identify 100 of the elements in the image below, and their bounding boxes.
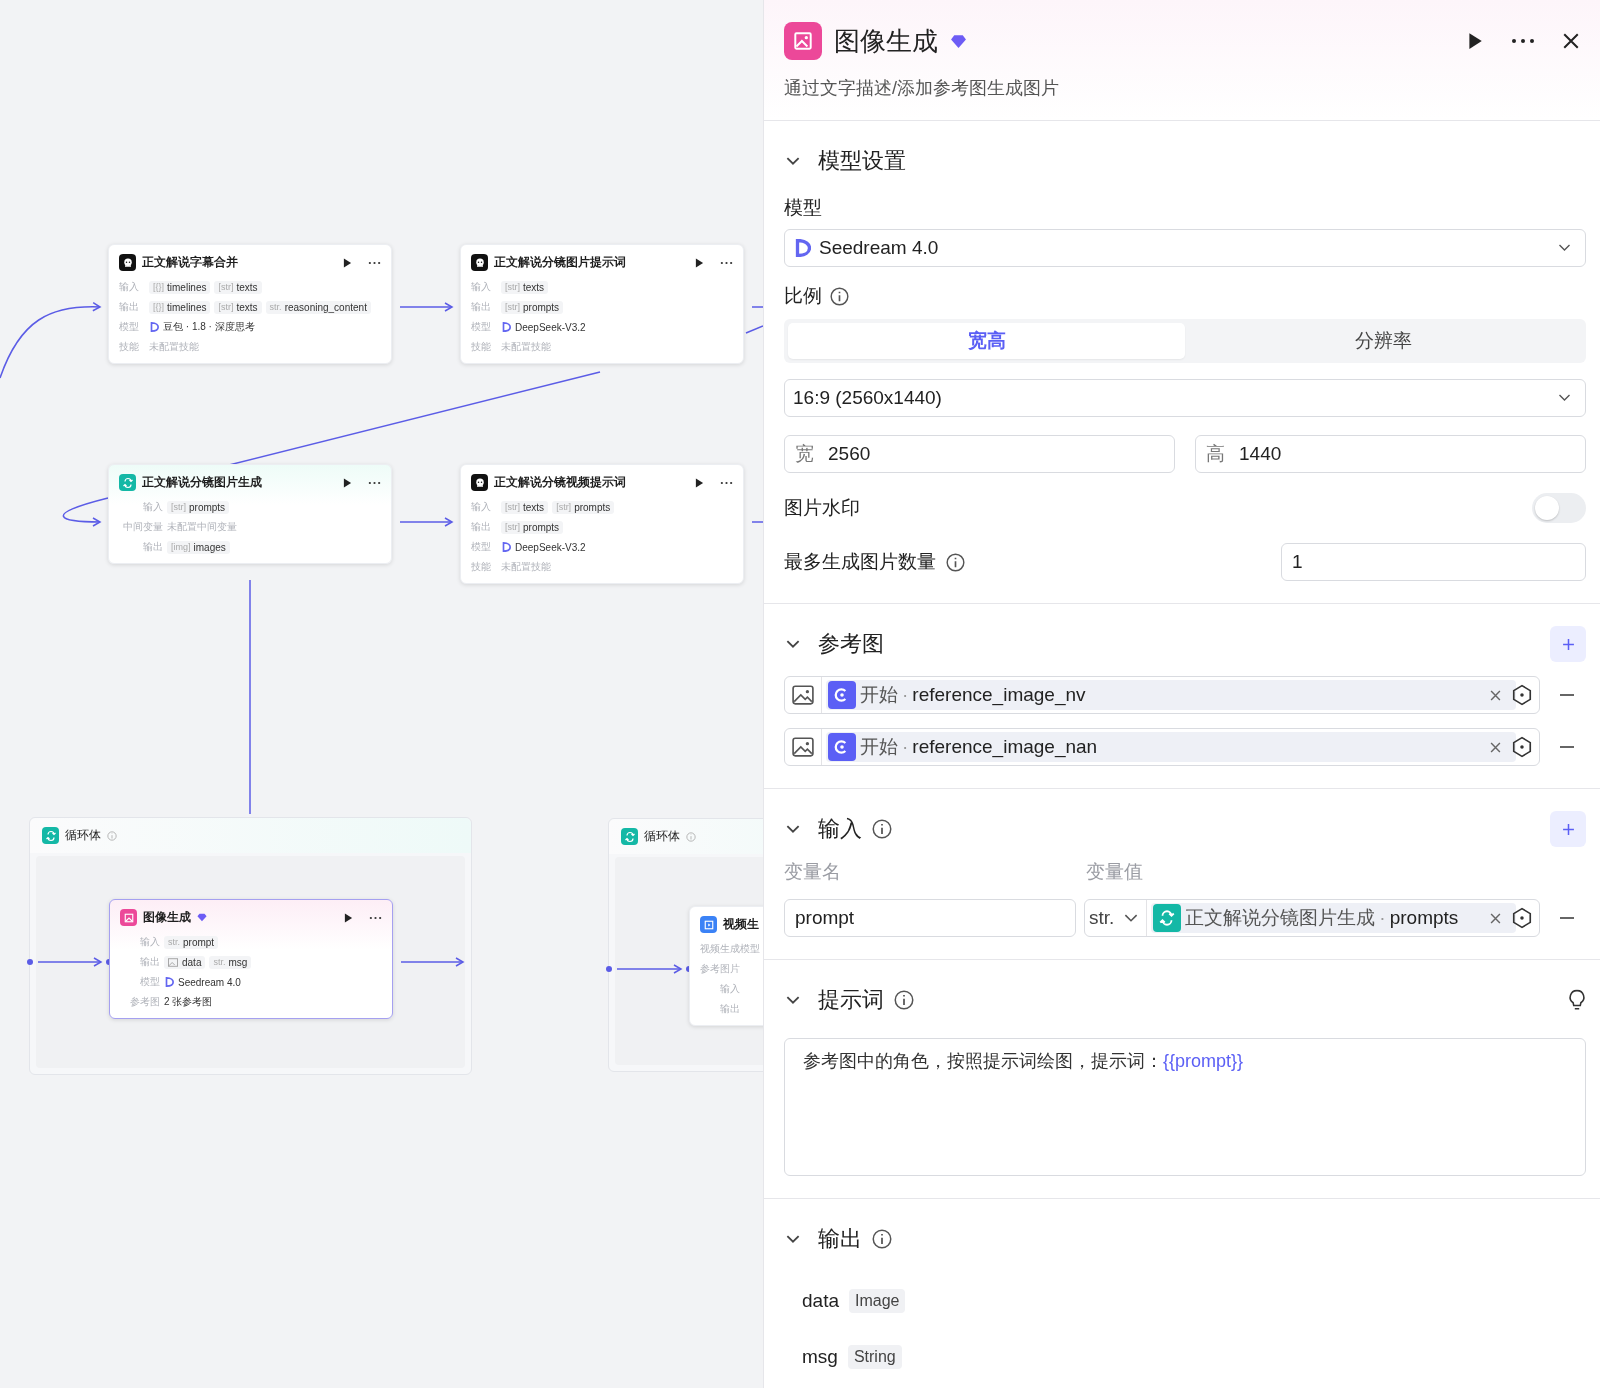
play-icon[interactable] [695, 477, 704, 488]
variable-picker-icon[interactable] [1511, 684, 1533, 706]
more-icon[interactable] [720, 480, 733, 485]
chevron-icon[interactable] [786, 156, 800, 166]
section-title: 参考图 [818, 630, 884, 658]
chevron-icon[interactable] [786, 1234, 800, 1244]
node-icon [119, 474, 136, 491]
ratio-tab[interactable]: 分辨率 [1185, 323, 1582, 359]
edge-line [399, 517, 453, 527]
play-icon[interactable] [343, 477, 352, 488]
clear-icon[interactable] [1490, 741, 1501, 753]
prompt-field[interactable]: 参考图中的角色，按照提示词绘图，提示词：{{prompt}} [784, 1038, 1586, 1176]
workflow-node[interactable]: 图像生成 输入 str. prompt 输出 data str. msg 模型 Seedream 4.0 参考图 2 张参考图 [109, 899, 393, 1019]
loop-container[interactable]: 循环体 视频生 视频生成模型 参考图片 输入 输出 [608, 818, 763, 1072]
clear-icon[interactable] [1490, 912, 1501, 924]
field-label: 输入 [139, 935, 160, 949]
model-name: 豆包 · 1.8 · 深度思考 [163, 320, 255, 334]
variable-tag: str. prompt [164, 935, 219, 949]
chevron-icon[interactable] [786, 995, 800, 1005]
play-icon[interactable] [695, 257, 704, 268]
variable-picker-icon[interactable] [1511, 907, 1533, 929]
variable-tag: [str] texts [501, 500, 549, 514]
empty-note: 未配置技能 [501, 340, 551, 354]
reference-field[interactable]: 开始 · reference_image_nan [784, 728, 1540, 766]
plus-icon [1561, 637, 1575, 651]
node-icon [119, 254, 136, 271]
model-select[interactable]: Seedream 4.0 [784, 229, 1586, 267]
watermark-toggle[interactable] [1532, 493, 1586, 523]
model-logo-icon [501, 322, 511, 332]
lightbulb-icon[interactable] [1568, 989, 1586, 1011]
loop-icon [42, 827, 59, 844]
workflow-node[interactable]: 正文解说分镜图片生成 输入 [str] prompts 中间变量 未配置中间变量 输出 [img] images [108, 464, 392, 564]
field-label: 模型 [119, 320, 140, 334]
clear-icon[interactable] [1490, 689, 1501, 701]
variable-tag: [str] texts [501, 280, 549, 294]
close-icon[interactable] [1562, 32, 1580, 50]
more-icon[interactable] [368, 260, 381, 265]
field-label: 比例 [784, 284, 822, 308]
loop-title: 循环体 [644, 828, 680, 845]
dropdown-icon [1558, 244, 1571, 252]
field-value: 2 张参考图 [164, 995, 213, 1009]
variable-name-field[interactable]: prompt [784, 899, 1076, 937]
panel-subtitle: 通过文字描述/添加参考图生成图片 [764, 60, 1600, 121]
node-icon [700, 916, 717, 933]
play-icon[interactable] [343, 257, 352, 268]
edge-line [399, 302, 453, 312]
model-logo-icon [793, 239, 811, 257]
variable-tag: [{}] timelines [149, 300, 211, 314]
count-field[interactable]: 1 [1281, 543, 1586, 581]
field-label: 模型 [471, 540, 492, 554]
loop-icon [621, 828, 638, 845]
variable-tag: [str] texts [214, 280, 262, 294]
node-title: 正文解说分镜视频提示词 [494, 474, 626, 491]
image-icon [168, 957, 178, 967]
workflow-node[interactable]: 正文解说分镜视频提示词 输入 [str] texts [str] prompts 输出 [str] prompts 模型 DeepSeek-V3.2 技能 未配置技能 [460, 464, 744, 584]
info-icon [686, 831, 696, 842]
connection-handle[interactable] [606, 966, 612, 972]
output-name: msg [802, 1346, 838, 1368]
connection-handle[interactable] [27, 959, 33, 965]
loop-icon [1153, 904, 1182, 932]
ratio-tab[interactable]: 宽高 [788, 323, 1185, 359]
height-field[interactable]: 高 1440 [1195, 435, 1586, 473]
node-title: 视频生 [723, 916, 759, 933]
info-icon [830, 286, 849, 306]
loop-container[interactable]: 循环体 图像生成 输入 str. prompt 输出 data str. msg 模型 Seedream 4.0 参考图 2 张参考图 [29, 817, 472, 1075]
workflow-node[interactable]: 正文解说字幕合并 输入 [{}] timelines [str] texts 输出 [{}] timelines [str] texts str. reasoning_content 模型 豆包 · 1.8 · 深度思考 技能 未配置技能 [108, 244, 392, 364]
workflow-node[interactable]: 视频生 视频生成模型 参考图片 输入 输出 [689, 906, 763, 1026]
more-icon[interactable] [1510, 38, 1536, 44]
variable-chip: 开始 · reference_image_nan [826, 732, 1516, 762]
chevron-icon[interactable] [786, 639, 800, 649]
info-icon [107, 830, 117, 841]
node-icon [471, 254, 488, 271]
empty-note: 未配置中间变量 [167, 520, 237, 534]
variable-tag: [str] prompts [552, 500, 615, 514]
play-icon[interactable] [344, 912, 353, 923]
field-label: 模型 [139, 975, 160, 989]
empty-note: 未配置技能 [149, 340, 199, 354]
more-icon[interactable] [720, 260, 733, 265]
field-label: 图片水印 [784, 496, 860, 520]
model-name: DeepSeek-V3.2 [515, 541, 586, 553]
reference-field[interactable]: 开始 · reference_image_nv [784, 676, 1540, 714]
model-name: Seedream 4.0 [178, 976, 241, 988]
start-node-icon [828, 733, 856, 761]
column-header: 变量名 [784, 860, 842, 884]
ratio-select[interactable]: 16:9 (2560x1440) [784, 379, 1586, 417]
more-icon[interactable] [369, 915, 382, 920]
empty-note: 未配置技能 [501, 560, 551, 574]
play-icon[interactable] [1466, 32, 1484, 50]
chevron-icon[interactable] [786, 824, 800, 834]
variable-chip: 开始 · reference_image_nv [826, 680, 1516, 710]
width-field[interactable]: 宽 2560 [784, 435, 1175, 473]
field-label: 输入 [719, 982, 740, 996]
variable-picker-icon[interactable] [1511, 736, 1533, 758]
field-label: 技能 [471, 340, 492, 354]
workflow-node[interactable]: 正文解说分镜图片提示词 输入 [str] texts 输出 [str] prompts 模型 DeepSeek-V3.2 技能 未配置技能 [460, 244, 744, 364]
edge-line [751, 306, 763, 308]
variable-tag: [str] prompts [501, 300, 564, 314]
more-icon[interactable] [368, 480, 381, 485]
type-select[interactable]: str. [1085, 900, 1148, 936]
section-title: 提示词 [818, 986, 884, 1014]
